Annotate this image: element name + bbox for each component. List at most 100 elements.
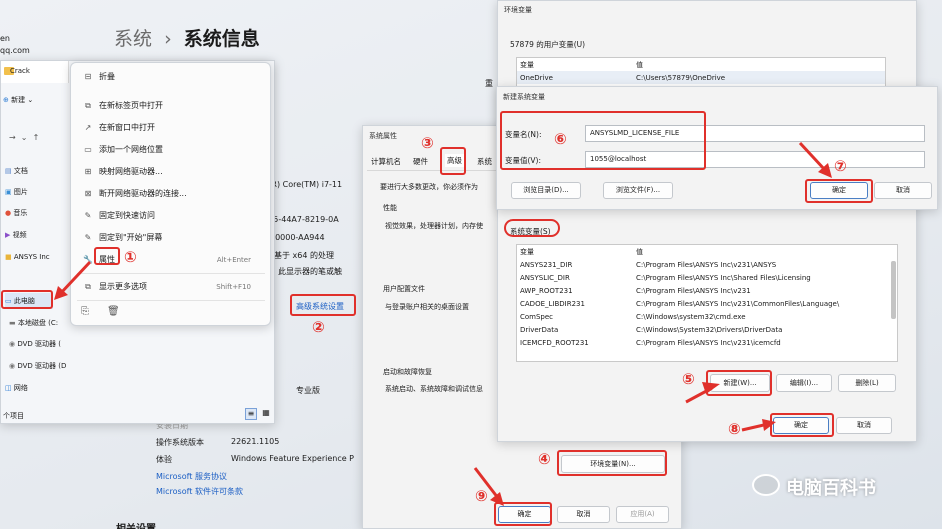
table-header: 变量值 <box>517 245 897 258</box>
nav-label: 音乐 <box>13 209 28 217</box>
user-variables-heading: 57879 的用户变量(U) <box>510 40 586 49</box>
chevron-down-icon: ⌄ <box>27 96 34 104</box>
menu-item-disconnect-drive[interactable]: ⊠ 断开网络驱动器的连接... <box>71 184 261 204</box>
nav-videos[interactable]: ▶ 视频 <box>5 227 27 243</box>
nav-pictures[interactable]: ▣ 图片 <box>5 184 28 200</box>
highlight-sysprops-ok <box>494 502 552 526</box>
table-row[interactable]: ANSYSLIC_DIR C:\Program Files\ANSYS Inc\S… <box>517 271 897 284</box>
cell-name: CADOE_LIBDIR231 <box>520 299 585 308</box>
nav-local-disk[interactable]: ▬ 本地磁盘 (C: <box>9 315 58 331</box>
breadcrumb: 系统 › 系统信息 <box>114 24 260 51</box>
table-row[interactable]: OneDrive C:\Users\57879\OneDrive <box>517 71 885 84</box>
tab-system-protection[interactable]: 系统 <box>477 156 492 167</box>
user-email: qq.com <box>0 46 30 55</box>
new-var-cancel-button[interactable]: 取消 <box>874 182 932 199</box>
disk-icon: ▬ <box>9 319 16 327</box>
nav-dvd-1[interactable]: ◉ DVD 驱动器 ( <box>9 336 61 352</box>
menu-item-map-drive[interactable]: ⊞ 映射网络驱动器... <box>71 162 261 182</box>
highlight-advanced-settings <box>290 294 356 316</box>
menu-item-more-options[interactable]: ⧉ 显示更多选项 Shift+F10 <box>71 277 261 297</box>
table-row[interactable]: CADOE_LIBDIR231 C:\Program Files\ANSYS In… <box>517 297 897 310</box>
menu-item-label: 映射网络驱动器... <box>99 167 163 176</box>
col-variable[interactable]: 变量 <box>517 245 633 258</box>
nav-ansys[interactable]: ■ ANSYS Inc <box>5 249 50 265</box>
breadcrumb-separator: › <box>164 28 172 50</box>
nav-label: ANSYS Inc <box>13 253 50 261</box>
experience-label: 体验 <box>156 455 172 464</box>
menu-item-add-network-location[interactable]: ▭ 添加一个网络位置 <box>71 140 261 160</box>
service-agreement-link[interactable]: Microsoft 服务协议 <box>156 471 227 482</box>
highlight-properties <box>94 247 120 265</box>
license-terms-link[interactable]: Microsoft 软件许可条款 <box>156 486 243 497</box>
cell-name: ComSpec <box>520 312 554 321</box>
user-profile-desc: 与登录账户相关的桌面设置 <box>385 303 469 311</box>
cell-name: ANSYSLIC_DIR <box>520 273 570 282</box>
col-value[interactable]: 值 <box>633 245 897 258</box>
breadcrumb-parent[interactable]: 系统 <box>114 28 152 50</box>
step-3-label: ③ <box>421 134 434 152</box>
nav-music[interactable]: ● 音乐 <box>5 205 27 221</box>
highlight-new-button <box>706 370 772 396</box>
menu-item-pin-quick-access[interactable]: ✎ 固定到快速访问 <box>71 206 261 226</box>
highlight-new-var-ok <box>805 179 873 203</box>
browse-file-button[interactable]: 浏览文件(F)... <box>603 182 673 199</box>
new-button[interactable]: ⊕ 新建 ⌄ <box>3 95 33 105</box>
menu-item-label: 固定到快速访问 <box>99 211 155 220</box>
browse-directory-button[interactable]: 浏览目录(D)... <box>511 182 581 199</box>
nav-dvd-2[interactable]: ◉ DVD 驱动器 (D <box>9 358 66 374</box>
table-header: 变量值 <box>517 58 885 71</box>
nav-arrows[interactable]: → ⌄ ↑ <box>9 133 39 142</box>
col-value[interactable]: 值 <box>633 58 885 71</box>
table-row[interactable]: ICEMCFD_ROOT231 C:\Program Files\ANSYS In… <box>517 336 897 349</box>
menu-divider <box>77 300 265 301</box>
nav-network[interactable]: ◫ 网络 <box>5 380 28 396</box>
user-name: en <box>0 34 10 43</box>
delete-variable-button[interactable]: 删除(L) <box>838 374 896 392</box>
highlight-system-vars-heading <box>504 219 560 237</box>
env-cancel-button[interactable]: 取消 <box>836 417 892 434</box>
menu-item-open-new-window[interactable]: ↗ 在新窗口中打开 <box>71 118 261 138</box>
table-row[interactable]: AWP_ROOT231 C:\Program Files\ANSYS Inc\v2… <box>517 284 897 297</box>
table-row[interactable]: ComSpec C:\Windows\system32\cmd.exe <box>517 310 897 323</box>
network-location-icon: ▭ <box>84 145 92 154</box>
step-7-label: ⑦ <box>834 157 847 175</box>
cell-name: ICEMCFD_ROOT231 <box>520 338 589 347</box>
os-build-value: 22621.1105 <box>231 437 280 446</box>
sysprops-cancel-button[interactable]: 取消 <box>557 506 610 523</box>
tab-hardware[interactable]: 硬件 <box>413 156 428 167</box>
status-bar-count: 个项目 <box>3 412 24 420</box>
delete-icon[interactable]: 🗑 <box>107 306 120 317</box>
table-row[interactable]: ANSYS231_DIR C:\Program Files\ANSYS Inc\v… <box>517 258 897 271</box>
step-4-label: ④ <box>538 450 551 468</box>
tab-computer-name[interactable]: 计算机名 <box>371 156 401 167</box>
nav-label: 图片 <box>13 188 28 196</box>
more-options-icon: ⧉ <box>85 282 91 291</box>
edit-variable-button[interactable]: 编辑(I)... <box>776 374 832 392</box>
rename-button-partial[interactable]: 重 <box>485 78 493 89</box>
details-view-icon[interactable]: ≡ <box>245 408 257 420</box>
table-row[interactable]: DriverData C:\Windows\System32\Drivers\Dr… <box>517 323 897 336</box>
related-settings-heading: 相关设置 <box>116 520 156 529</box>
tiles-view-icon[interactable]: ▦ <box>260 408 272 420</box>
watermark-text: 电脑百科书 <box>786 478 876 499</box>
os-build-label: 操作系统版本 <box>156 438 204 447</box>
cell-value: C:\Windows\system32\cmd.exe <box>636 312 746 321</box>
highlight-this-pc <box>1 290 53 309</box>
nav-label: DVD 驱动器 ( <box>17 340 61 348</box>
menu-item-pin-start[interactable]: ✎ 固定到"开始"屏幕 <box>71 228 261 248</box>
video-icon: ▶ <box>5 231 11 239</box>
menu-item-open-new-tab[interactable]: ⧉ 在新标签页中打开 <box>71 96 261 116</box>
sysprops-apply-button[interactable]: 应用(A) <box>616 506 669 523</box>
menu-item-label: 添加一个网络位置 <box>99 145 163 154</box>
share-icon[interactable]: ⎘ <box>81 306 89 317</box>
cell-value: C:\Program Files\ANSYS Inc\v231\CommonFi… <box>636 299 840 308</box>
explorer-tab[interactable]: Crack <box>1 61 69 83</box>
table-scrollbar[interactable] <box>891 261 896 319</box>
properties-icon: 🔧 <box>83 255 93 264</box>
nav-documents[interactable]: ▤ 文档 <box>5 163 28 179</box>
menu-item-label: 折叠 <box>99 72 115 81</box>
dvd-icon: ◉ <box>9 340 16 348</box>
col-variable[interactable]: 变量 <box>517 58 633 71</box>
admin-intro: 要进行大多数更改，你必须作为 <box>380 183 478 191</box>
menu-item-collapse[interactable]: ⊟ 折叠 <box>71 67 261 87</box>
